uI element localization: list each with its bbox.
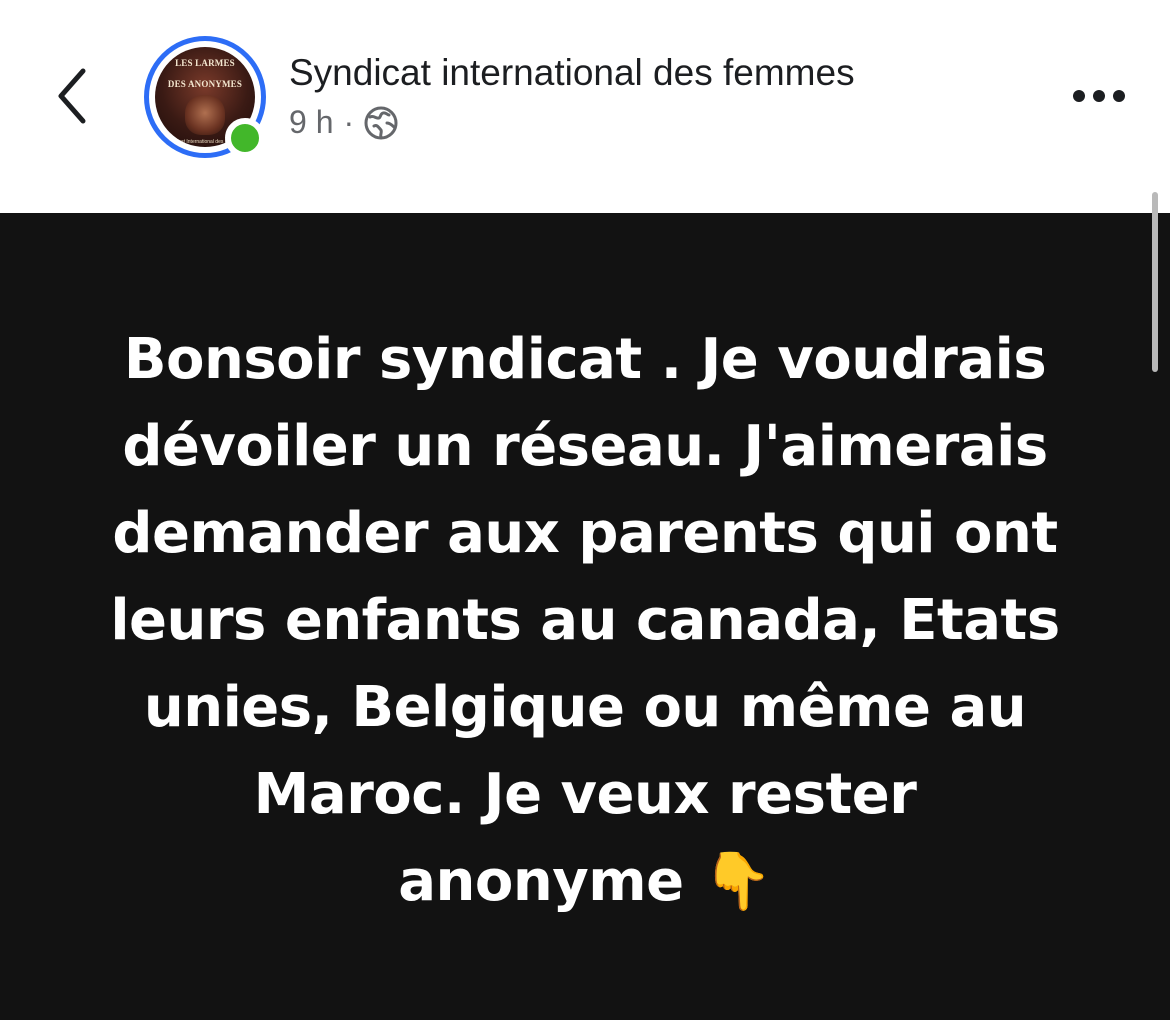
page-name[interactable]: Syndicat international des femmes bbox=[289, 52, 855, 94]
more-dot bbox=[1093, 90, 1105, 102]
pointing-down-emoji-icon: 👇 bbox=[702, 849, 773, 914]
post-text: Bonsoir syndicat . Je voudrais dévoiler … bbox=[60, 316, 1110, 925]
post-text-line: anonyme bbox=[398, 849, 703, 914]
back-button[interactable] bbox=[44, 60, 100, 132]
avatar-title-line1: LES LARMES bbox=[175, 58, 235, 68]
post-time[interactable]: 9 h bbox=[289, 104, 333, 141]
meta-separator: · bbox=[343, 104, 355, 140]
post-text-line: demander aux parents qui ont bbox=[112, 501, 1058, 566]
scrollbar[interactable] bbox=[1152, 192, 1158, 372]
more-dot bbox=[1113, 90, 1125, 102]
globe-icon[interactable] bbox=[364, 106, 398, 140]
chevron-left-icon bbox=[58, 68, 86, 124]
online-status-indicator bbox=[225, 118, 265, 158]
post-text-line: dévoiler un réseau. J'aimerais bbox=[122, 414, 1048, 479]
post-text-line: leurs enfants au canada, Etats bbox=[110, 588, 1060, 653]
post-text-line-last: anonyme 👇 bbox=[60, 838, 1110, 925]
post-text-line: unies, Belgique ou même au bbox=[143, 675, 1027, 740]
post-header: LES LARMES DES ANONYMES Syndicat Interna… bbox=[0, 0, 1170, 213]
post-text-line: Bonsoir syndicat . Je voudrais bbox=[123, 327, 1047, 392]
more-dot bbox=[1073, 90, 1085, 102]
more-options-button[interactable] bbox=[1064, 78, 1134, 114]
post-meta: 9 h · bbox=[289, 104, 398, 141]
post-text-line: Maroc. Je veux rester bbox=[253, 762, 917, 827]
avatar-face bbox=[185, 95, 225, 135]
avatar-title-line2: DES ANONYMES bbox=[167, 79, 243, 89]
